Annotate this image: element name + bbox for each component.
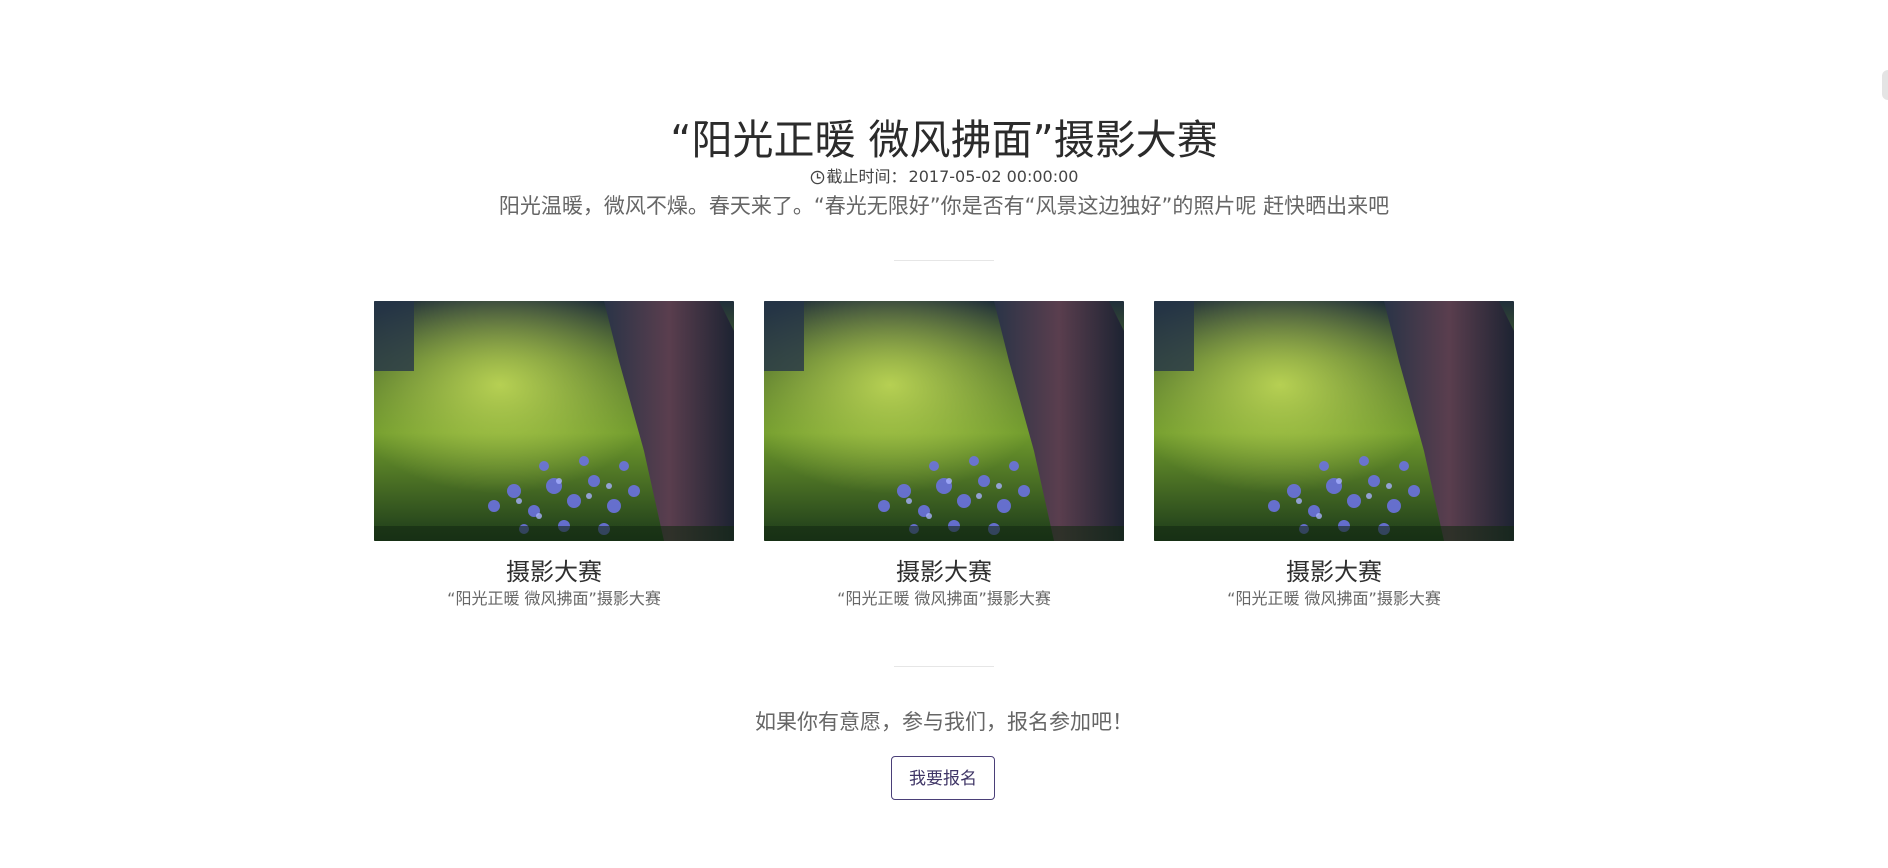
deadline-line: 截止时间： 2017-05-02 00:00:00: [0, 167, 1888, 187]
page-title: “阳光正暖 微风拂面”摄影大赛: [670, 116, 1218, 164]
signup-button[interactable]: 我要报名: [891, 756, 995, 800]
gallery-photo[interactable]: [764, 301, 1124, 541]
card-subtitle: “阳光正暖 微风拂面”摄影大赛: [1227, 589, 1441, 608]
gallery-card[interactable]: 摄影大赛 “阳光正暖 微风拂面”摄影大赛: [374, 301, 734, 609]
card-title: 摄影大赛: [1286, 558, 1382, 586]
card-subtitle: “阳光正暖 微风拂面”摄影大赛: [837, 589, 1051, 608]
signup-prompt: 如果你有意愿，参与我们，报名参加吧！: [755, 710, 1133, 734]
gallery-card[interactable]: 摄影大赛 “阳光正暖 微风拂面”摄影大赛: [764, 301, 1124, 609]
section-divider: [894, 666, 994, 667]
card-title: 摄影大赛: [896, 558, 992, 586]
photo-gallery: 摄影大赛 “阳光正暖 微风拂面”摄影大赛 摄影大赛 “阳光正暖 微风拂面”摄影大…: [374, 301, 1514, 609]
section-divider: [894, 260, 994, 261]
clock-icon: [810, 170, 824, 184]
gallery-photo[interactable]: [374, 301, 734, 541]
intro-text: 阳光温暖，微风不燥。春天来了。“春光无限好”你是否有“风景这边独好”的照片呢 赶…: [498, 194, 1390, 218]
edge-scroll-handle: [1882, 70, 1888, 100]
gallery-photo[interactable]: [1154, 301, 1514, 541]
card-subtitle: “阳光正暖 微风拂面”摄影大赛: [447, 589, 661, 608]
deadline-value: 2017-05-02 00:00:00: [908, 167, 1079, 186]
card-title: 摄影大赛: [506, 558, 602, 586]
gallery-card[interactable]: 摄影大赛 “阳光正暖 微风拂面”摄影大赛: [1154, 301, 1514, 609]
deadline-label: 截止时间：: [826, 167, 907, 186]
